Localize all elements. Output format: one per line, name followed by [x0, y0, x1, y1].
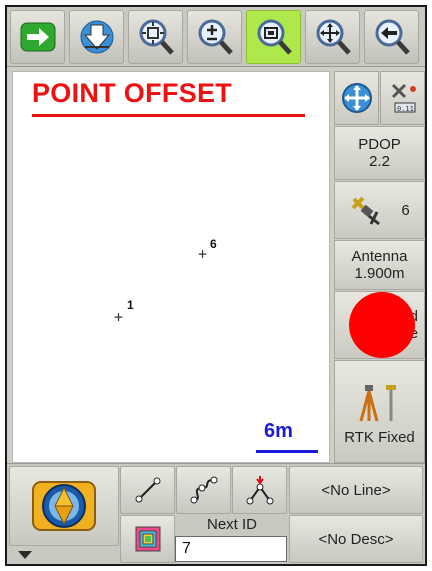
- rtk-status-label: RTK Fixed: [344, 429, 415, 446]
- rtk-status-button[interactable]: RTK Fixed: [334, 360, 425, 463]
- zoom-in-out-button[interactable]: [187, 10, 242, 64]
- line-select-button[interactable]: <No Line>: [289, 466, 423, 514]
- insert-point-button[interactable]: [232, 466, 287, 514]
- antenna-label: Antenna: [351, 248, 408, 265]
- zoom-window-button[interactable]: [246, 10, 301, 64]
- map-view[interactable]: POINT OFFSET + 6 + 1 6m: [12, 71, 330, 463]
- layers-icon: [135, 526, 160, 552]
- point-cross: +: [114, 308, 124, 326]
- pan-icon: [316, 19, 351, 55]
- scale-bar: [256, 450, 318, 453]
- recording-indicator-dot: [349, 292, 415, 358]
- line-tool-button[interactable]: [120, 466, 175, 514]
- curve-line-icon: [190, 476, 217, 504]
- satellite-icon: [351, 196, 381, 226]
- rover-tripod-icon: [359, 385, 396, 422]
- zoom-extents-icon: [139, 19, 174, 55]
- bottom-panel: <No Line> Next ID 7 <No Desc>: [7, 463, 425, 564]
- download-arrow-icon: [80, 20, 113, 54]
- rover-target-icon: [32, 481, 96, 531]
- next-id-label: Next ID: [206, 516, 257, 533]
- status-panel: 0.11 PDOP 2.2 6 Antenna 1.900m d e: [334, 71, 425, 463]
- expand-arrow-icon[interactable]: [18, 551, 32, 559]
- green-arrow-right-icon: [20, 22, 55, 52]
- download-button[interactable]: [69, 10, 124, 64]
- pdop-value: 2.2: [369, 153, 390, 170]
- satellite-count: 6: [401, 201, 410, 219]
- app-frame: POINT OFFSET + 6 + 1 6m 0.11 PDOP 2.2 6 …: [5, 5, 427, 566]
- crosshair-globe-icon: [341, 83, 372, 113]
- description-select-button[interactable]: <No Desc>: [289, 515, 423, 563]
- satellite-status-button[interactable]: 0.11: [380, 71, 425, 125]
- map-title: POINT OFFSET: [32, 78, 233, 108]
- next-arrow-button[interactable]: [10, 10, 65, 64]
- pan-button[interactable]: [305, 10, 360, 64]
- pdop-label: PDOP: [358, 136, 401, 153]
- zoom-plus-minus-icon: [198, 19, 233, 55]
- zoom-extents-button[interactable]: [128, 10, 183, 64]
- pdop-display[interactable]: PDOP 2.2: [334, 126, 425, 180]
- straight-line-icon: [135, 477, 160, 503]
- map-title-underline: [32, 114, 305, 117]
- scale-label: 6m: [264, 420, 293, 442]
- point-id: 1: [127, 298, 134, 312]
- point-id: 6: [210, 237, 217, 251]
- next-id-input[interactable]: 7: [175, 536, 287, 562]
- point-cross: +: [198, 245, 208, 263]
- satellite-signal-icon: 0.11: [391, 83, 416, 113]
- curve-tool-button[interactable]: [176, 466, 231, 514]
- gps-button[interactable]: [334, 71, 379, 125]
- survey-mode-button[interactable]: [9, 466, 119, 546]
- svg-text:0.11: 0.11: [397, 105, 414, 113]
- layer-button[interactable]: [120, 515, 175, 563]
- zoom-window-icon: [257, 19, 292, 55]
- antenna-height-display[interactable]: Antenna 1.900m: [334, 240, 425, 290]
- back-arrow-icon: [375, 19, 410, 55]
- satellite-count-display[interactable]: 6: [334, 181, 425, 239]
- antenna-value: 1.900m: [354, 265, 405, 282]
- back-button[interactable]: [364, 10, 419, 64]
- insert-vertex-icon: [246, 476, 273, 505]
- top-toolbar: [7, 7, 425, 67]
